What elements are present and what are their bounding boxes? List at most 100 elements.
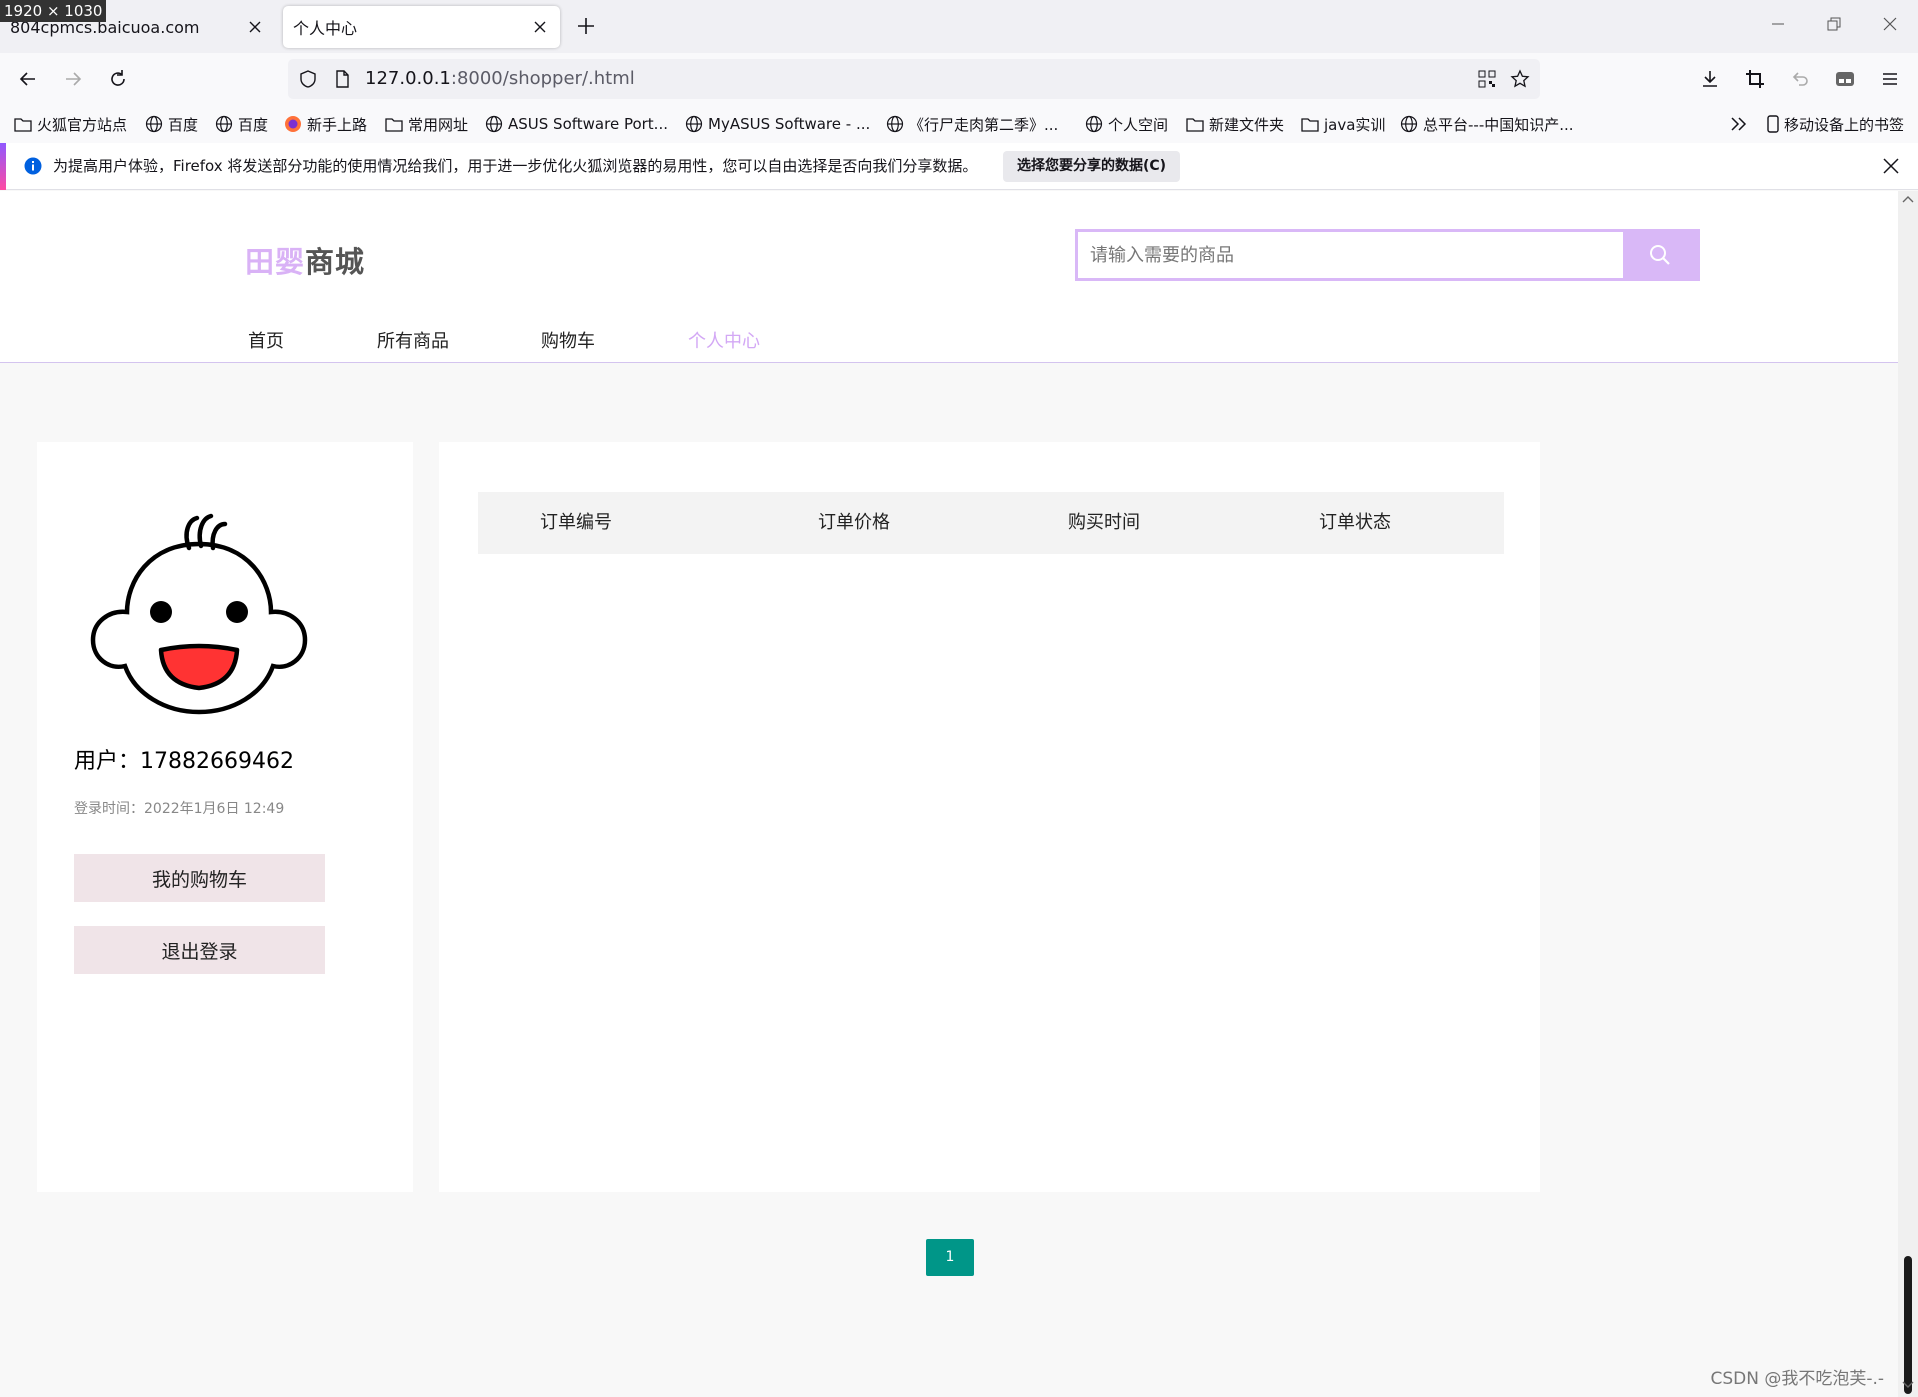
globe-icon: [886, 115, 904, 133]
url-path: :8000/shopper/.html: [450, 68, 635, 89]
my-cart-button[interactable]: 我的购物车: [74, 854, 325, 902]
bookmark-label: 百度: [238, 115, 269, 134]
notification-accent-stripe: [0, 143, 6, 190]
folder-icon: [14, 116, 32, 132]
globe-icon: [685, 115, 703, 133]
bookmark-star-icon[interactable]: [1510, 69, 1530, 89]
new-tab-icon[interactable]: [576, 16, 596, 36]
bookmark-label: MyASUS Software - ...: [708, 115, 871, 133]
download-icon[interactable]: [1692, 61, 1728, 97]
mobile-device-icon: [1767, 115, 1779, 133]
forward-arrow-icon[interactable]: [55, 61, 91, 97]
bookmarks-overflow-icon[interactable]: [1730, 105, 1748, 143]
nav-cart[interactable]: 购物车: [541, 327, 595, 353]
page-scrollbar[interactable]: [1898, 191, 1918, 1397]
scrollbar-thumb[interactable]: [1904, 1256, 1912, 1394]
search-input[interactable]: [1078, 232, 1623, 278]
globe-icon: [1085, 115, 1103, 133]
bookmark-item[interactable]: MyASUS Software - ...: [685, 105, 870, 143]
bookmark-label: 新建文件夹: [1209, 115, 1285, 134]
mobile-bookmarks-label: 移动设备上的书签: [1784, 115, 1905, 134]
url-text[interactable]: 127.0.0.1:8000/shopper/.html: [365, 59, 635, 99]
bookmark-label: ASUS Software Port...: [508, 115, 668, 133]
window-close-icon[interactable]: [1882, 16, 1898, 32]
bookmark-label: 火狐官方站点: [37, 115, 128, 134]
column-purchase-time: 购买时间: [1068, 512, 1140, 533]
mobile-bookmarks[interactable]: 移动设备上的书签: [1767, 105, 1904, 143]
bookmark-item[interactable]: 百度: [215, 105, 268, 143]
bookmark-item[interactable]: 总平台---中国知识产...: [1400, 105, 1574, 143]
reload-icon[interactable]: [100, 61, 136, 97]
nav-profile[interactable]: 个人中心: [688, 327, 760, 353]
tab-title: 个人中心: [293, 19, 358, 38]
browser-nav-bar: 127.0.0.1:8000/shopper/.html: [0, 53, 1918, 105]
shield-icon[interactable]: [298, 69, 318, 89]
profile-card: 用户：17882669462 登录时间：2022年1月6日 12:49 我的购物…: [37, 442, 413, 1192]
menu-icon[interactable]: [1872, 61, 1908, 97]
bookmark-item[interactable]: 新手上路: [284, 105, 367, 143]
baby-face-avatar-icon: [89, 512, 309, 716]
undo-icon[interactable]: [1782, 61, 1818, 97]
page-content: 田婴商城 首页 所有商品 购物车 个人中心 用: [0, 191, 1898, 1397]
bookmark-item[interactable]: 新建文件夹: [1186, 105, 1284, 143]
nav-home[interactable]: 首页: [248, 327, 284, 353]
close-icon[interactable]: [245, 17, 265, 37]
scroll-up-arrow-icon[interactable]: [1902, 195, 1914, 203]
logout-button[interactable]: 退出登录: [74, 926, 325, 974]
info-icon: [24, 157, 42, 175]
notification-text: 为提高用户体验，Firefox 将发送部分功能的使用情况给我们，用于进一步优化火…: [53, 157, 978, 175]
orders-card: 订单编号 订单价格 购买时间 订单状态: [439, 442, 1540, 1192]
notification-close-icon[interactable]: [1882, 157, 1900, 175]
globe-icon: [145, 115, 163, 133]
url-host: 127.0.0.1: [365, 68, 451, 89]
minimize-icon[interactable]: [1770, 16, 1786, 32]
watermark: CSDN @我不吃泡芙-.-: [1710, 1369, 1884, 1389]
folder-icon: [1186, 116, 1204, 132]
orders-table-header: 订单编号 订单价格 购买时间 订单状态: [478, 492, 1504, 554]
dimension-badge: 1920 × 1030: [0, 0, 107, 22]
bookmark-item[interactable]: 百度: [145, 105, 198, 143]
column-order-id: 订单编号: [540, 512, 612, 533]
firefox-icon: [284, 115, 302, 133]
search-box: [1075, 229, 1700, 281]
bookmark-label: 百度: [168, 115, 199, 134]
extension-icon[interactable]: [1827, 61, 1863, 97]
close-icon[interactable]: [530, 17, 550, 37]
bookmark-item[interactable]: 常用网址: [385, 105, 468, 143]
bookmark-label: 新手上路: [307, 115, 368, 134]
url-bar[interactable]: 127.0.0.1:8000/shopper/.html: [288, 59, 1540, 99]
page-icon[interactable]: [332, 69, 352, 89]
folder-icon: [1301, 116, 1319, 132]
globe-icon: [485, 115, 503, 133]
scroll-down-arrow-icon[interactable]: [1902, 1381, 1914, 1389]
logo-text: 商城: [305, 245, 366, 279]
bookmark-label: 常用网址: [408, 115, 469, 134]
site-header: 田婴商城 首页 所有商品 购物车 个人中心: [0, 191, 1898, 363]
tab-active[interactable]: 个人中心: [283, 6, 560, 48]
browser-tab-bar: 804cpmcs.baicuoa.com 个人中心: [0, 0, 1918, 53]
bookmark-item[interactable]: ASUS Software Port...: [485, 105, 668, 143]
column-order-price: 订单价格: [818, 512, 890, 533]
nav-all-products[interactable]: 所有商品: [377, 327, 449, 353]
notification-bar: 为提高用户体验，Firefox 将发送部分功能的使用情况给我们，用于进一步优化火…: [0, 143, 1918, 190]
site-logo[interactable]: 田婴商城: [245, 239, 365, 281]
crop-icon[interactable]: [1737, 61, 1773, 97]
search-button[interactable]: [1623, 232, 1697, 278]
search-icon: [1648, 243, 1672, 267]
column-order-status: 订单状态: [1319, 512, 1391, 533]
bookmarks-bar: 火狐官方站点 百度 百度 新手上路 常用网址 ASUS Software Por…: [0, 105, 1918, 143]
globe-icon: [1400, 115, 1418, 133]
username: 用户：17882669462: [74, 749, 294, 774]
bookmark-item[interactable]: 火狐官方站点: [14, 105, 127, 143]
back-arrow-icon[interactable]: [10, 61, 46, 97]
qr-code-icon[interactable]: [1477, 69, 1497, 89]
bookmark-item[interactable]: 个人空间: [1085, 105, 1168, 143]
bookmark-label: 《行尸走肉第二季》...: [909, 115, 1059, 134]
bookmark-item[interactable]: 《行尸走肉第二季》...: [886, 105, 1058, 143]
pagination-page[interactable]: 1: [926, 1239, 974, 1276]
bookmark-item[interactable]: java实训: [1301, 105, 1385, 143]
bookmark-label: java实训: [1324, 115, 1386, 134]
folder-icon: [385, 116, 403, 132]
choose-data-button[interactable]: 选择您要分享的数据(C): [1003, 151, 1181, 182]
restore-icon[interactable]: [1826, 16, 1842, 32]
